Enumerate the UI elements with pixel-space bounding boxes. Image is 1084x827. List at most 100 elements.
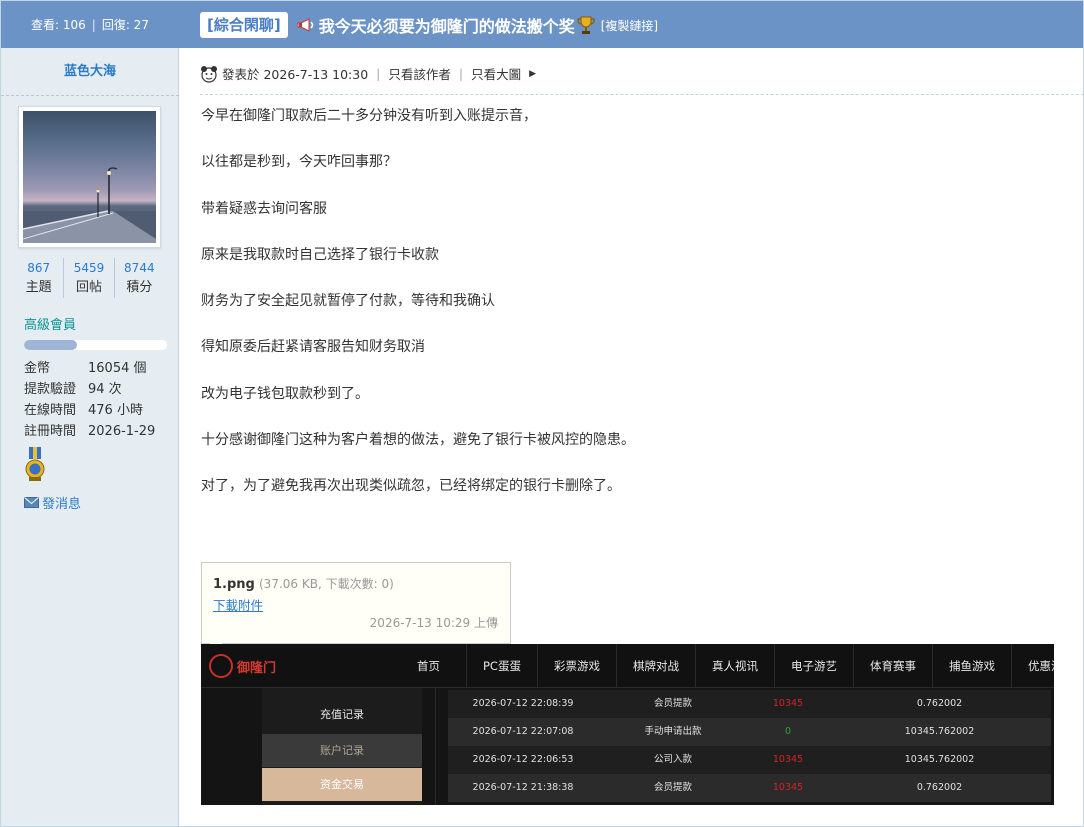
online-status-icon	[200, 65, 218, 83]
attachment-filename: 1.png	[213, 577, 255, 592]
counts-separator: |	[91, 17, 96, 32]
meta-separator: |	[458, 66, 464, 81]
stat-credits-num[interactable]: 8744	[115, 258, 164, 278]
shot-side-item: 账户记录	[262, 734, 422, 767]
send-message-link[interactable]: 發消息	[24, 493, 81, 512]
info-value: 2026-1-29	[88, 424, 156, 439]
stat-posts[interactable]: 5459 回帖	[64, 258, 115, 298]
sidebar-divider	[1, 95, 179, 96]
stat-threads-label: 主題	[25, 280, 52, 295]
info-value: 94 次	[88, 382, 122, 397]
info-label: 提款驗證	[24, 382, 77, 397]
shot-table-row: 2026-07-12 22:06:53 公司入款 10345 10345.762002	[448, 746, 1051, 774]
cell-time: 2026-07-12 21:38:38	[472, 782, 574, 793]
shot-nav-item: 电子游艺	[773, 644, 853, 688]
stat-posts-label: 回帖	[75, 280, 102, 295]
cell-time: 2026-07-12 22:06:53	[472, 754, 574, 765]
shot-nav-items: 首页 PC蛋蛋 彩票游戏 棋牌对战 真人视讯 电子游艺 体育赛事 捕鱼游戏 优惠…	[391, 644, 1054, 688]
shot-side-item: 资金交易	[262, 768, 422, 801]
cell-time: 2026-07-12 22:07:08	[472, 726, 574, 737]
shot-logo-mark	[209, 654, 233, 678]
cell-type: 会员提款	[653, 782, 692, 793]
shot-nav-item: 真人视讯	[694, 644, 774, 688]
caret-right-icon[interactable]: ▶	[529, 69, 536, 79]
shot-side-menu: 充值记录 账户记录 资金交易	[262, 688, 422, 805]
post-paragraph: 财务为了安全起见就暂停了付款，等待和我确认	[201, 293, 495, 310]
attachment-image[interactable]: 御隆门 首页 PC蛋蛋 彩票游戏 棋牌对战 真人视讯 电子游艺 体育赛事 捕鱼游…	[201, 644, 1054, 805]
shot-nav-item: 彩票游戏	[536, 644, 616, 688]
cell-balance: 0.762002	[916, 698, 963, 709]
author-stats: 867 主題 5459 回帖 8744 積分	[14, 258, 164, 298]
author-info: 金幣 16054 個 提款驗證 94 次 在線時間 476 小時 註冊時間 2026-1…	[24, 358, 174, 442]
shot-table-row: 2026-07-12 22:07:08 手动申请出款 0 10345.762002	[448, 718, 1051, 746]
thread-title-bar: [綜合閑聊] 我今天必须要为御隆门的做法搬个奖 [複製鏈接]	[200, 12, 658, 38]
post-meta: 發表於 2026-7-13 10:30 | 只看該作者 | 只看大圖 ▶	[200, 64, 536, 83]
big-image-link[interactable]: 只看大圖	[471, 64, 521, 83]
cell-balance: 10345.762002	[904, 726, 975, 737]
avatar-image	[23, 111, 156, 243]
author-only-link[interactable]: 只看該作者	[388, 64, 451, 83]
megaphone-icon	[296, 17, 316, 33]
info-row-online: 在線時間 476 小時	[24, 400, 174, 421]
author-name[interactable]: 蓝色大海	[1, 60, 179, 79]
shot-nav-item: 优惠活动	[1010, 644, 1054, 688]
meta-separator: |	[376, 66, 381, 81]
medal-icon[interactable]	[24, 447, 46, 483]
cell-type: 会员提款	[653, 698, 692, 709]
stat-threads-num[interactable]: 867	[14, 258, 63, 278]
info-label: 金幣	[24, 361, 51, 376]
shot-nav-item: 捕鱼游戏	[931, 644, 1011, 688]
rank-progress-bar	[24, 340, 167, 350]
download-attachment-link[interactable]: 下載附件	[213, 595, 263, 614]
post-paragraph: 今早在御隆门取款后二十多分钟没有听到入账提示音，	[201, 108, 537, 124]
author-rank[interactable]: 高級會員	[24, 314, 76, 333]
attachment-upload-time: 2026-7-13 10:29 上傳	[369, 616, 498, 630]
attachment-popup: 1.png (37.06 KB, 下載次數: 0) 下載附件 2026-7-13…	[201, 562, 511, 651]
post-paragraph: 改为电子钱包取款秒到了。	[201, 385, 369, 402]
stat-credits-label: 積分	[126, 280, 153, 295]
trophy-icon	[577, 15, 595, 35]
forum-tag-link[interactable]: [綜合閑聊]	[200, 12, 288, 38]
rank-progress-fill	[24, 340, 77, 350]
author-name-link[interactable]: 蓝色大海	[64, 64, 116, 79]
attachment-name: 1.png (37.06 KB, 下載次數: 0)	[213, 575, 394, 592]
cell-amount: 0	[784, 726, 792, 737]
avatar[interactable]	[18, 106, 161, 248]
post-paragraph: 带着疑惑去询问客服	[201, 200, 327, 217]
stat-threads[interactable]: 867 主題	[14, 258, 65, 298]
info-row-coins: 金幣 16054 個	[24, 358, 174, 379]
shot-logo: 御隆门	[209, 654, 276, 678]
info-label: 註冊時間	[24, 424, 77, 439]
shot-table: 2026-07-12 22:08:39 会员提款 10345 0.762002 202…	[448, 690, 1051, 802]
stat-posts-num[interactable]: 5459	[64, 258, 113, 278]
cell-amount: 10345	[772, 754, 804, 765]
shot-nav-item: 棋牌对战	[615, 644, 695, 688]
shot-nav-item: 首页	[417, 659, 440, 673]
shot-side-item: 充值记录	[262, 698, 422, 731]
thread-title: 我今天必须要为御隆门的做法搬个奖	[318, 17, 575, 36]
shot-divider	[435, 688, 436, 805]
post-paragraph: 得知原委后赶紧请客服告知财务取消	[201, 339, 425, 356]
envelope-icon	[24, 497, 39, 508]
attachment-meta: (37.06 KB, 下載次數: 0)	[259, 577, 394, 591]
replies-count: 回復: 27	[101, 18, 149, 32]
cell-type: 手动申请出款	[644, 726, 702, 737]
shot-nav-item: 体育赛事	[852, 644, 932, 688]
cell-amount: 10345	[772, 698, 804, 709]
info-label: 在線時間	[24, 403, 77, 418]
cell-time: 2026-07-12 22:08:39	[472, 698, 574, 709]
post-paragraph: 十分感谢御隆门这种为客户着想的做法，避免了银行卡被风控的隐患。	[201, 432, 635, 449]
post-paragraph: 对了，为了避免我再次出现类似疏忽，已经将绑定的银行卡删除了。	[201, 478, 621, 495]
shot-table-row: 2026-07-12 21:38:38 会员提款 10345 0.762002	[448, 774, 1051, 802]
info-row-registered: 註冊時間 2026-1-29	[24, 421, 174, 442]
info-row-withdrawals: 提款驗證 94 次	[24, 379, 174, 400]
shot-table-row: 2026-07-12 22:08:39 会员提款 10345 0.762002	[448, 690, 1051, 718]
cell-balance: 0.762002	[916, 782, 963, 793]
shot-nav: 御隆门 首页 PC蛋蛋 彩票游戏 棋牌对战 真人视讯 电子游艺 体育赛事 捕鱼游…	[201, 644, 1054, 688]
copy-link-button[interactable]: [複製鏈接]	[601, 17, 658, 34]
send-message-label[interactable]: 發消息	[42, 493, 81, 512]
post-meta-divider	[200, 94, 1084, 95]
cell-amount: 10345	[772, 782, 804, 793]
stat-credits[interactable]: 8744 積分	[115, 258, 164, 298]
views-count: 查看: 106	[31, 18, 86, 32]
